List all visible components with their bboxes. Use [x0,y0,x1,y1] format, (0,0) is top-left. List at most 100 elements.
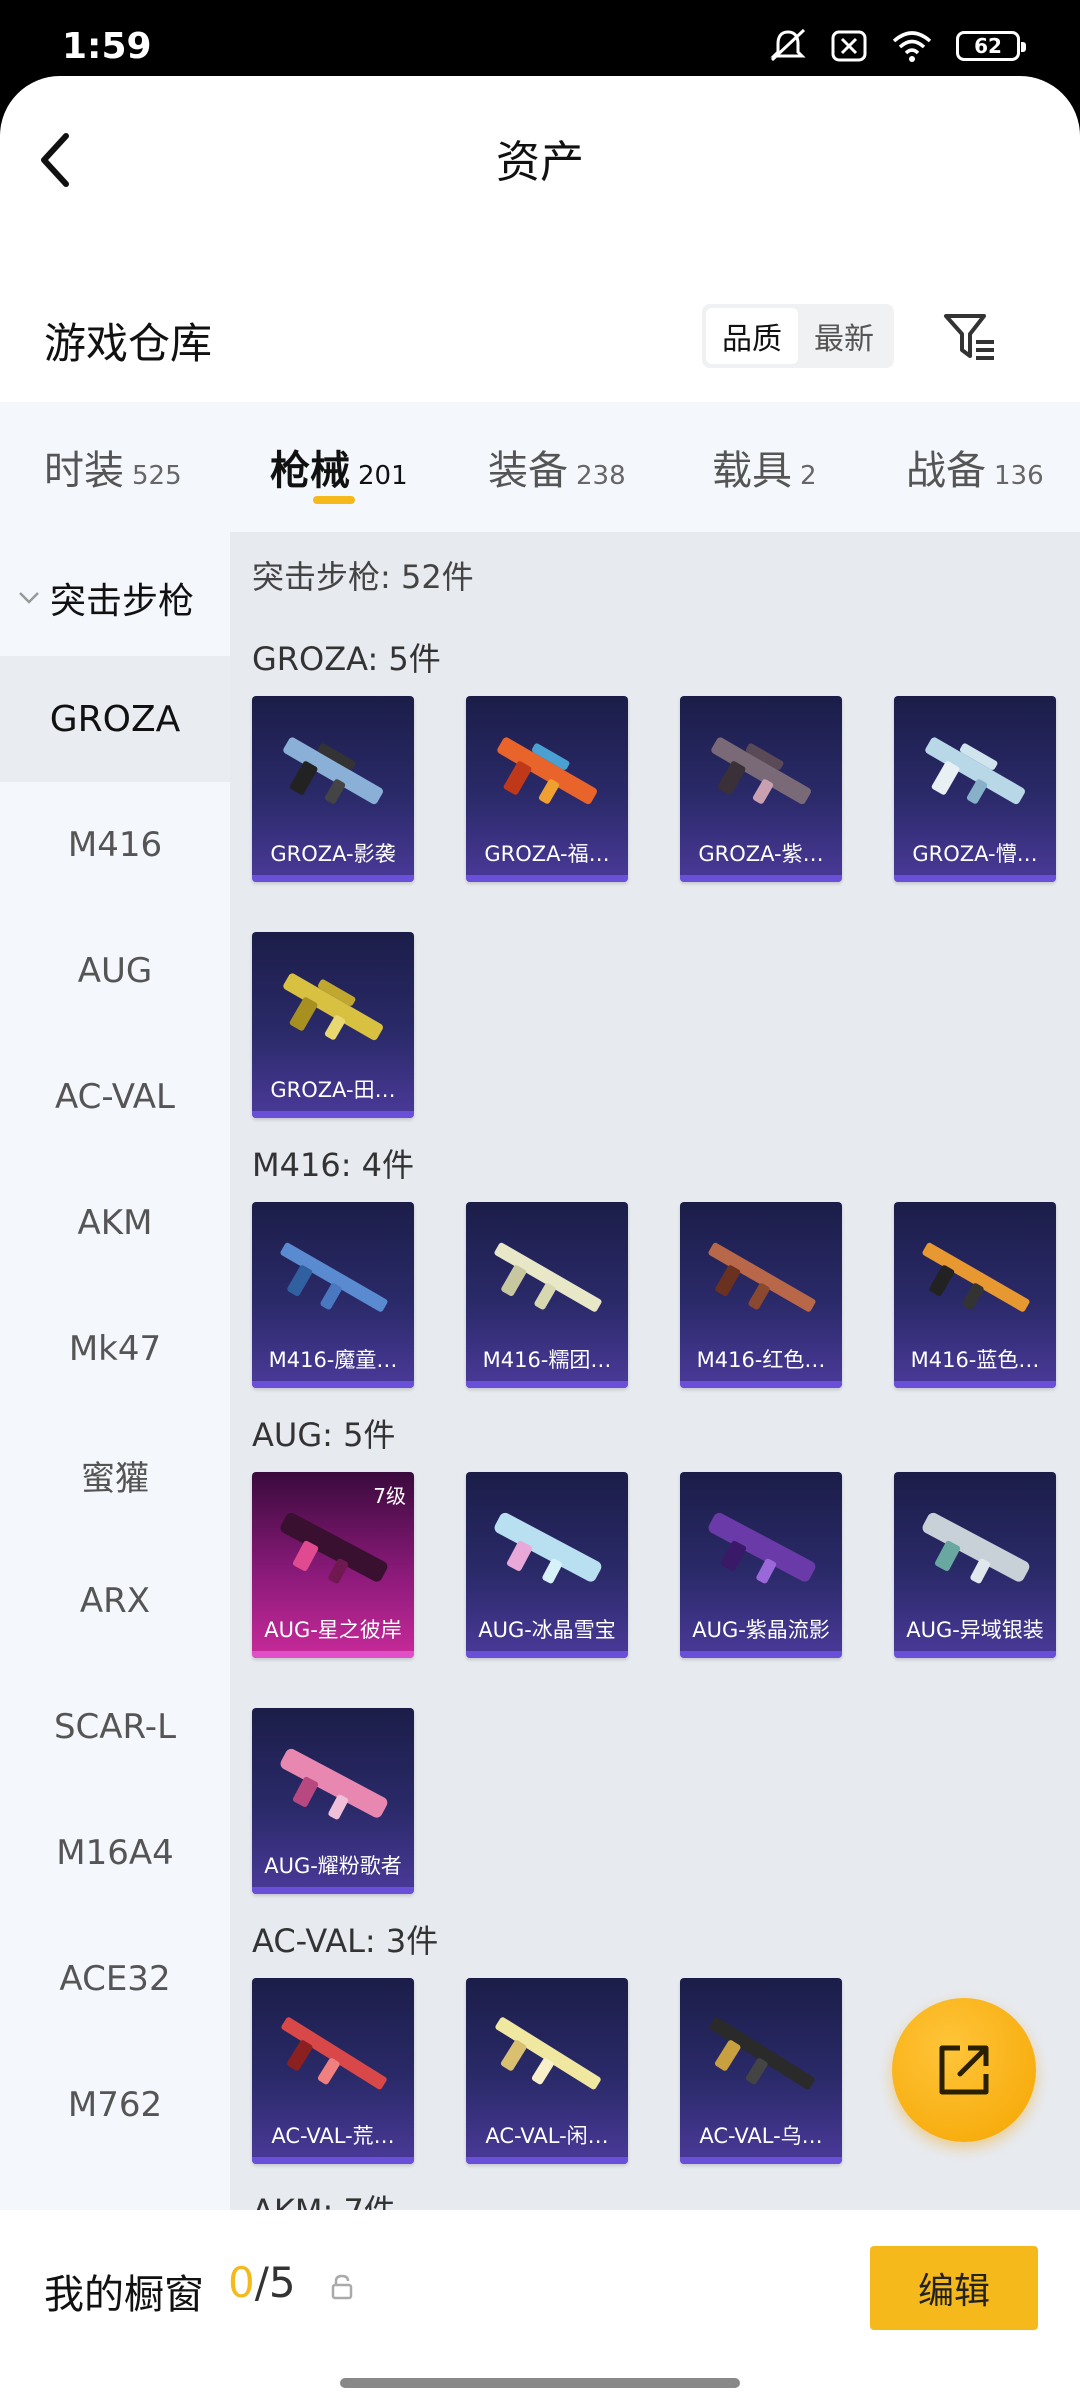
group-title: AC-VAL: 3件 [252,1922,439,1960]
sort-quality[interactable]: 品质 [706,308,798,364]
sidebar-item-m762[interactable]: M762 [0,2042,230,2168]
skin-card[interactable]: AUG-耀粉歌者 [252,1708,414,1894]
rarity-bar [466,875,628,882]
sort-newest[interactable]: 最新 [798,308,890,364]
tab-supplies[interactable]: 战备 136 [906,438,1044,496]
skin-name: M416-蓝色… [910,1348,1040,1372]
sidebar-item-scar-l[interactable]: SCAR-L [0,1664,230,1790]
rarity-bar [252,1111,414,1118]
edit-button[interactable]: 编辑 [870,2246,1038,2330]
sidebar-item-m416[interactable]: M416 [0,782,230,908]
home-indicator[interactable] [340,2378,740,2388]
sidebar-item-mk47[interactable]: Mk47 [0,1286,230,1412]
category-count: 突击步枪: 52件 [252,558,474,596]
skin-card[interactable]: AC-VAL-闲… [466,1978,628,2164]
gun-icon [280,1512,388,1584]
sidebar-category[interactable]: 突击步枪 [18,572,194,624]
tab-equipment[interactable]: 装备 238 [488,438,626,496]
rarity-bar [252,1887,414,1894]
tab-label: 载具 [712,448,792,494]
tab-vehicles[interactable]: 载具 2 [712,438,817,496]
sidebar-item-groza[interactable]: GROZA [0,656,230,782]
chevron-down-icon [19,592,39,604]
tab-count: 136 [994,461,1044,491]
rarity-bar [252,1381,414,1388]
sidebar-category-label: 突击步枪 [50,581,195,622]
status-icons: 62 [768,28,1026,64]
skin-card[interactable]: GROZA-紫… [680,696,842,882]
gun-icon [497,737,597,805]
skin-name: AC-VAL-闲… [485,2124,609,2148]
skin-name: M416-魔童… [268,1348,398,1372]
rarity-bar [466,1381,628,1388]
rarity-bar [680,875,842,882]
skin-name: AUG-冰晶雪宝 [478,1618,616,1642]
skin-name: M416-红色… [696,1348,826,1372]
skin-name: GROZA-福… [484,842,610,866]
skin-name: GROZA-懵… [912,842,1038,866]
lock-icon [330,2274,354,2304]
group-title: M416: 4件 [252,1146,415,1184]
skin-name: AC-VAL-荒… [271,2124,395,2148]
no-sim-icon [831,30,867,62]
skin-card[interactable]: GROZA-福… [466,696,628,882]
sidebar-item-aug[interactable]: AUG [0,908,230,1034]
share-button[interactable] [892,1998,1036,2142]
sidebar-item-ac-val[interactable]: AC-VAL [0,1034,230,1160]
skin-card[interactable]: AUG-紫晶流影 [680,1472,842,1658]
rarity-bar [680,1381,842,1388]
share-icon [939,2045,989,2095]
skin-card[interactable]: GROZA-懵… [894,696,1056,882]
skin-name: AC-VAL-乌… [699,2124,823,2148]
skin-card[interactable]: GROZA-田… [252,932,414,1118]
tab-count: 238 [576,461,626,491]
gun-icon [711,737,811,805]
gun-icon [283,973,383,1041]
skin-name: AUG-星之彼岸 [264,1618,402,1642]
rarity-bar [680,2157,842,2164]
warehouse-title: 游戏仓库 [44,319,213,368]
gun-icon [708,1242,816,1312]
showcase-total: /5 [254,2258,296,2307]
sort-toggle: 品质 最新 [702,304,894,368]
skin-name: AUG-耀粉歌者 [264,1854,402,1878]
rarity-bar [252,1651,414,1658]
filter-icon [944,314,994,360]
gun-icon [280,1242,388,1312]
gun-icon [925,737,1025,805]
sidebar-item-arx[interactable]: ARX [0,1538,230,1664]
skin-card[interactable]: AC-VAL-荒… [252,1978,414,2164]
skin-card[interactable]: M416-红色… [680,1202,842,1388]
tab-guns[interactable]: 枪械 201 [270,438,408,496]
active-tab-indicator [313,496,355,504]
sidebar-item-honey-badger[interactable]: 蜜獾 [0,1412,230,1538]
skin-card[interactable]: AUG-冰晶雪宝 [466,1472,628,1658]
battery-indicator: 62 [956,31,1026,61]
page-title: 资产 [496,137,584,188]
rarity-bar [466,2157,628,2164]
skin-card[interactable]: M416-魔童… [252,1202,414,1388]
wifi-icon [892,31,932,62]
rarity-bar [680,1651,842,1658]
showcase-used: 0 [228,2258,255,2307]
skin-card[interactable]: M416-蓝色… [894,1202,1056,1388]
sidebar-item-ace32[interactable]: ACE32 [0,1916,230,2042]
skin-name: GROZA-影袭 [270,842,396,866]
rarity-bar [894,1651,1056,1658]
gun-icon [922,1242,1030,1312]
tab-fashion[interactable]: 时装 525 [44,438,182,496]
gun-icon [494,1512,602,1584]
skin-card[interactable]: M416-糯团… [466,1202,628,1388]
skin-card[interactable]: AUG-异域银装 [894,1472,1056,1658]
sidebar-item-m16a4[interactable]: M16A4 [0,1790,230,1916]
filter-button[interactable] [940,308,1000,368]
skin-name: AUG-异域银装 [906,1618,1044,1642]
skin-card[interactable]: 7级 AUG-星之彼岸 [252,1472,414,1658]
skin-card[interactable]: AC-VAL-乌… [680,1978,842,2164]
group-title: GROZA: 5件 [252,640,441,678]
skin-card[interactable]: GROZA-影袭 [252,696,414,882]
tab-label: 装备 [488,448,568,494]
rarity-bar [466,1651,628,1658]
sidebar-item-akm[interactable]: AKM [0,1160,230,1286]
skin-name: GROZA-田… [270,1078,396,1102]
